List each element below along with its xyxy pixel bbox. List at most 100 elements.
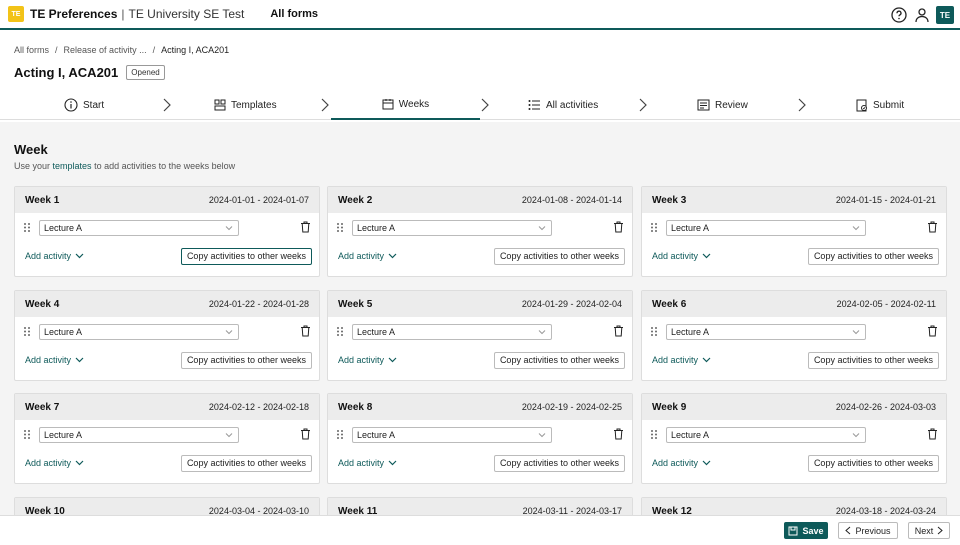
user-icon[interactable]: [913, 7, 930, 24]
week-title: Week 8: [338, 401, 373, 413]
copy-activities-button[interactable]: Copy activities to other weeks: [807, 455, 939, 472]
add-activity-button[interactable]: Add activity: [338, 251, 397, 261]
drag-handle-icon[interactable]: [337, 327, 343, 336]
chevron-right-icon: [481, 98, 489, 112]
previous-button[interactable]: Previous: [838, 522, 898, 539]
copy-activities-button[interactable]: Copy activities to other weeks: [180, 248, 312, 265]
add-activity-button[interactable]: Add activity: [652, 355, 711, 365]
chevron-down-icon: [702, 253, 711, 259]
breadcrumb: All forms / Release of activity ... / Ac…: [14, 45, 229, 55]
drag-handle-icon[interactable]: [651, 223, 657, 232]
week-dates: 2024-01-01 - 2024-01-07: [208, 195, 309, 205]
help-icon[interactable]: [890, 7, 907, 24]
tab-templates[interactable]: Templates: [214, 90, 277, 120]
copy-activities-button[interactable]: Copy activities to other weeks: [180, 352, 312, 369]
breadcrumb-separator: /: [55, 45, 58, 55]
list-icon: [528, 100, 540, 110]
status-badge: Opened: [126, 65, 165, 80]
activity-select[interactable]: Lecture A: [666, 220, 866, 236]
week-card-footer: Add activity Copy activities to other wee…: [328, 450, 632, 480]
templates-link[interactable]: templates: [53, 161, 92, 171]
week-title: Week 11: [338, 505, 378, 516]
tab-review[interactable]: Review: [697, 90, 748, 120]
drag-handle-icon[interactable]: [24, 430, 30, 439]
chevron-down-icon: [388, 253, 397, 259]
add-activity-button[interactable]: Add activity: [25, 458, 84, 468]
breadcrumb-item-all-forms[interactable]: All forms: [14, 45, 49, 55]
week-card: Week 7 2024-02-12 - 2024-02-18 Lecture A Ad…: [14, 393, 320, 484]
week-card-header: Week 2 2024-01-08 - 2024-01-14: [328, 187, 632, 213]
week-card-footer: Add activity Copy activities to other wee…: [642, 243, 946, 273]
activity-select-value: Lecture A: [357, 223, 396, 233]
drag-handle-icon[interactable]: [651, 327, 657, 336]
copy-activities-button[interactable]: Copy activities to other weeks: [493, 455, 625, 472]
activity-select[interactable]: Lecture A: [352, 427, 552, 443]
copy-activities-button[interactable]: Copy activities to other weeks: [493, 352, 625, 369]
week-dates: 2024-02-05 - 2024-02-11: [836, 299, 936, 309]
trash-icon[interactable]: [300, 428, 311, 440]
chevron-right-icon: [639, 98, 647, 112]
add-activity-button[interactable]: Add activity: [652, 458, 711, 468]
copy-activities-button[interactable]: Copy activities to other weeks: [807, 352, 939, 369]
tab-start[interactable]: Start: [64, 90, 104, 120]
review-icon: [697, 99, 710, 111]
description-text: Use your: [14, 161, 51, 171]
tab-all-activities[interactable]: All activities: [528, 90, 598, 120]
add-activity-label: Add activity: [338, 251, 385, 261]
drag-handle-icon[interactable]: [337, 223, 343, 232]
copy-activities-button[interactable]: Copy activities to other weeks: [180, 455, 312, 472]
activity-select-value: Lecture A: [671, 327, 710, 337]
trash-icon[interactable]: [927, 325, 938, 337]
drag-handle-icon[interactable]: [24, 327, 30, 336]
copy-activities-button[interactable]: Copy activities to other weeks: [493, 248, 625, 265]
drag-handle-icon[interactable]: [24, 223, 30, 232]
week-card: Week 9 2024-02-26 - 2024-03-03 Lecture A Ad…: [641, 393, 947, 484]
next-button[interactable]: Next: [908, 522, 950, 539]
nav-all-forms[interactable]: All forms: [270, 8, 318, 20]
drag-handle-icon[interactable]: [337, 430, 343, 439]
drag-handle-icon[interactable]: [651, 430, 657, 439]
info-icon: [64, 98, 78, 112]
add-activity-button[interactable]: Add activity: [25, 355, 84, 365]
add-activity-label: Add activity: [25, 251, 72, 261]
avatar[interactable]: TE: [936, 6, 954, 24]
trash-icon[interactable]: [613, 325, 624, 337]
chevron-left-icon: [845, 526, 851, 535]
activity-select[interactable]: Lecture A: [39, 220, 239, 236]
tab-label: Weeks: [398, 98, 430, 110]
activity-select[interactable]: Lecture A: [352, 324, 552, 340]
chevron-down-icon: [852, 330, 860, 335]
add-activity-button[interactable]: Add activity: [25, 251, 84, 261]
trash-icon[interactable]: [927, 428, 938, 440]
add-activity-label: Add activity: [25, 458, 72, 468]
trash-icon[interactable]: [300, 325, 311, 337]
add-activity-button[interactable]: Add activity: [652, 251, 711, 261]
add-activity-button[interactable]: Add activity: [338, 355, 397, 365]
activity-select[interactable]: Lecture A: [352, 220, 552, 236]
add-activity-button[interactable]: Add activity: [338, 458, 397, 468]
week-card-header: Week 6 2024-02-05 - 2024-02-11: [642, 291, 946, 317]
activity-select[interactable]: Lecture A: [666, 324, 866, 340]
trash-icon[interactable]: [927, 221, 938, 233]
week-title: Week 1: [25, 194, 60, 206]
add-activity-label: Add activity: [338, 355, 385, 365]
activity-select[interactable]: Lecture A: [39, 324, 239, 340]
weeks-content: Week Use your templates to add activitie…: [0, 122, 960, 515]
save-button[interactable]: Save: [784, 522, 828, 539]
tab-weeks[interactable]: Weeks: [331, 90, 480, 120]
page-title: Acting I, ACA201: [14, 65, 119, 80]
week-card: Week 6 2024-02-05 - 2024-02-11 Lecture A Ad…: [641, 290, 947, 381]
section-heading: Week: [14, 142, 48, 157]
breadcrumb-item-release[interactable]: Release of activity ...: [64, 45, 147, 55]
activity-row: Lecture A: [328, 420, 632, 450]
week-card: Week 10 2024-03-04 - 2024-03-10: [14, 497, 320, 515]
copy-activities-button[interactable]: Copy activities to other weeks: [807, 248, 939, 265]
activity-select[interactable]: Lecture A: [39, 427, 239, 443]
activity-select[interactable]: Lecture A: [666, 427, 866, 443]
trash-icon[interactable]: [300, 221, 311, 233]
week-card-header: Week 10 2024-03-04 - 2024-03-10: [15, 498, 319, 515]
trash-icon[interactable]: [613, 428, 624, 440]
week-card-footer: Add activity Copy activities to other wee…: [15, 450, 319, 480]
tab-submit[interactable]: Submit: [856, 90, 904, 120]
trash-icon[interactable]: [613, 221, 624, 233]
